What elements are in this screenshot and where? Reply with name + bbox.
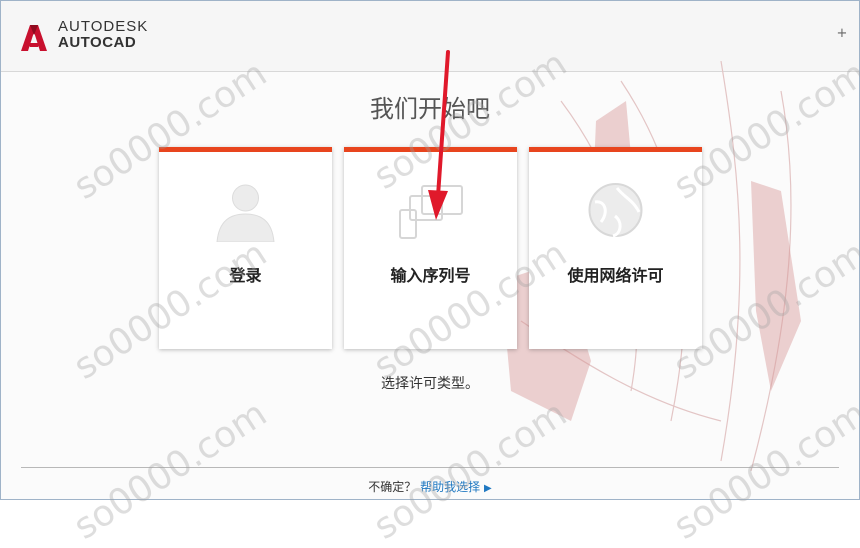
serial-number-label: 输入序列号 (390, 266, 471, 285)
footer-question: 不确定？ (368, 480, 417, 494)
product-name: AUTOCAD (58, 34, 137, 51)
network-license-card[interactable]: 使用网络许可 (529, 147, 702, 349)
brand: AUTODESK AUTOCAD (58, 19, 148, 51)
footer-divider (21, 467, 839, 468)
serial-number-card[interactable]: 输入序列号 (344, 147, 517, 349)
corner-button[interactable]: + (835, 27, 849, 41)
company-name: AUTODESK (58, 18, 149, 35)
login-label: 登录 (229, 266, 262, 285)
footer: 不确定？ 帮助我选择 ▶ (1, 478, 859, 495)
license-dialog: AUTODESK AUTOCAD + 我们开始吧 登录 输入序列号 使用网络许可… (0, 0, 860, 500)
select-license-hint: 选择许可类型。 (381, 376, 479, 392)
globe-icon (588, 183, 643, 238)
chevron-right-icon[interactable]: ▶ (484, 483, 492, 494)
network-license-label: 使用网络许可 (567, 266, 664, 285)
autocad-logo-icon (21, 25, 47, 51)
devices-icon (399, 185, 463, 239)
user-icon (216, 184, 275, 242)
page-title: 我们开始吧 (370, 95, 490, 123)
login-card[interactable]: 登录 (159, 147, 332, 349)
help-me-choose-link[interactable]: 帮助我选择 (420, 480, 480, 494)
